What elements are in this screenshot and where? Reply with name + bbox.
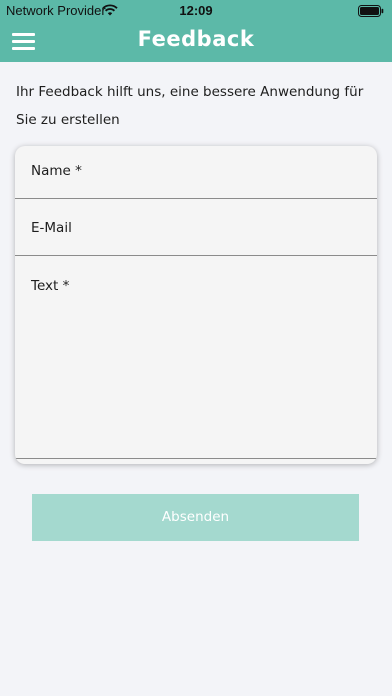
submit-button[interactable]: Absenden	[32, 494, 359, 541]
email-field[interactable]: E-Mail	[15, 199, 377, 256]
email-field-label: E-Mail	[31, 220, 72, 236]
intro-text: Ihr Feedback hilft uns, eine bessere Anw…	[16, 84, 364, 128]
navigation-bar: Feedback	[0, 20, 392, 62]
text-field-label: Text *	[31, 278, 70, 294]
battery-icon	[358, 5, 384, 20]
name-field[interactable]: Name *	[15, 146, 377, 199]
status-bar: Network Provider 12:09	[0, 0, 392, 20]
text-field[interactable]: Text *	[15, 256, 377, 459]
page-title: Feedback	[137, 27, 255, 51]
feedback-form: Name * E-Mail Text *	[15, 146, 377, 464]
clock-time: 12:09	[179, 3, 213, 18]
name-field-label: Name *	[31, 163, 82, 179]
